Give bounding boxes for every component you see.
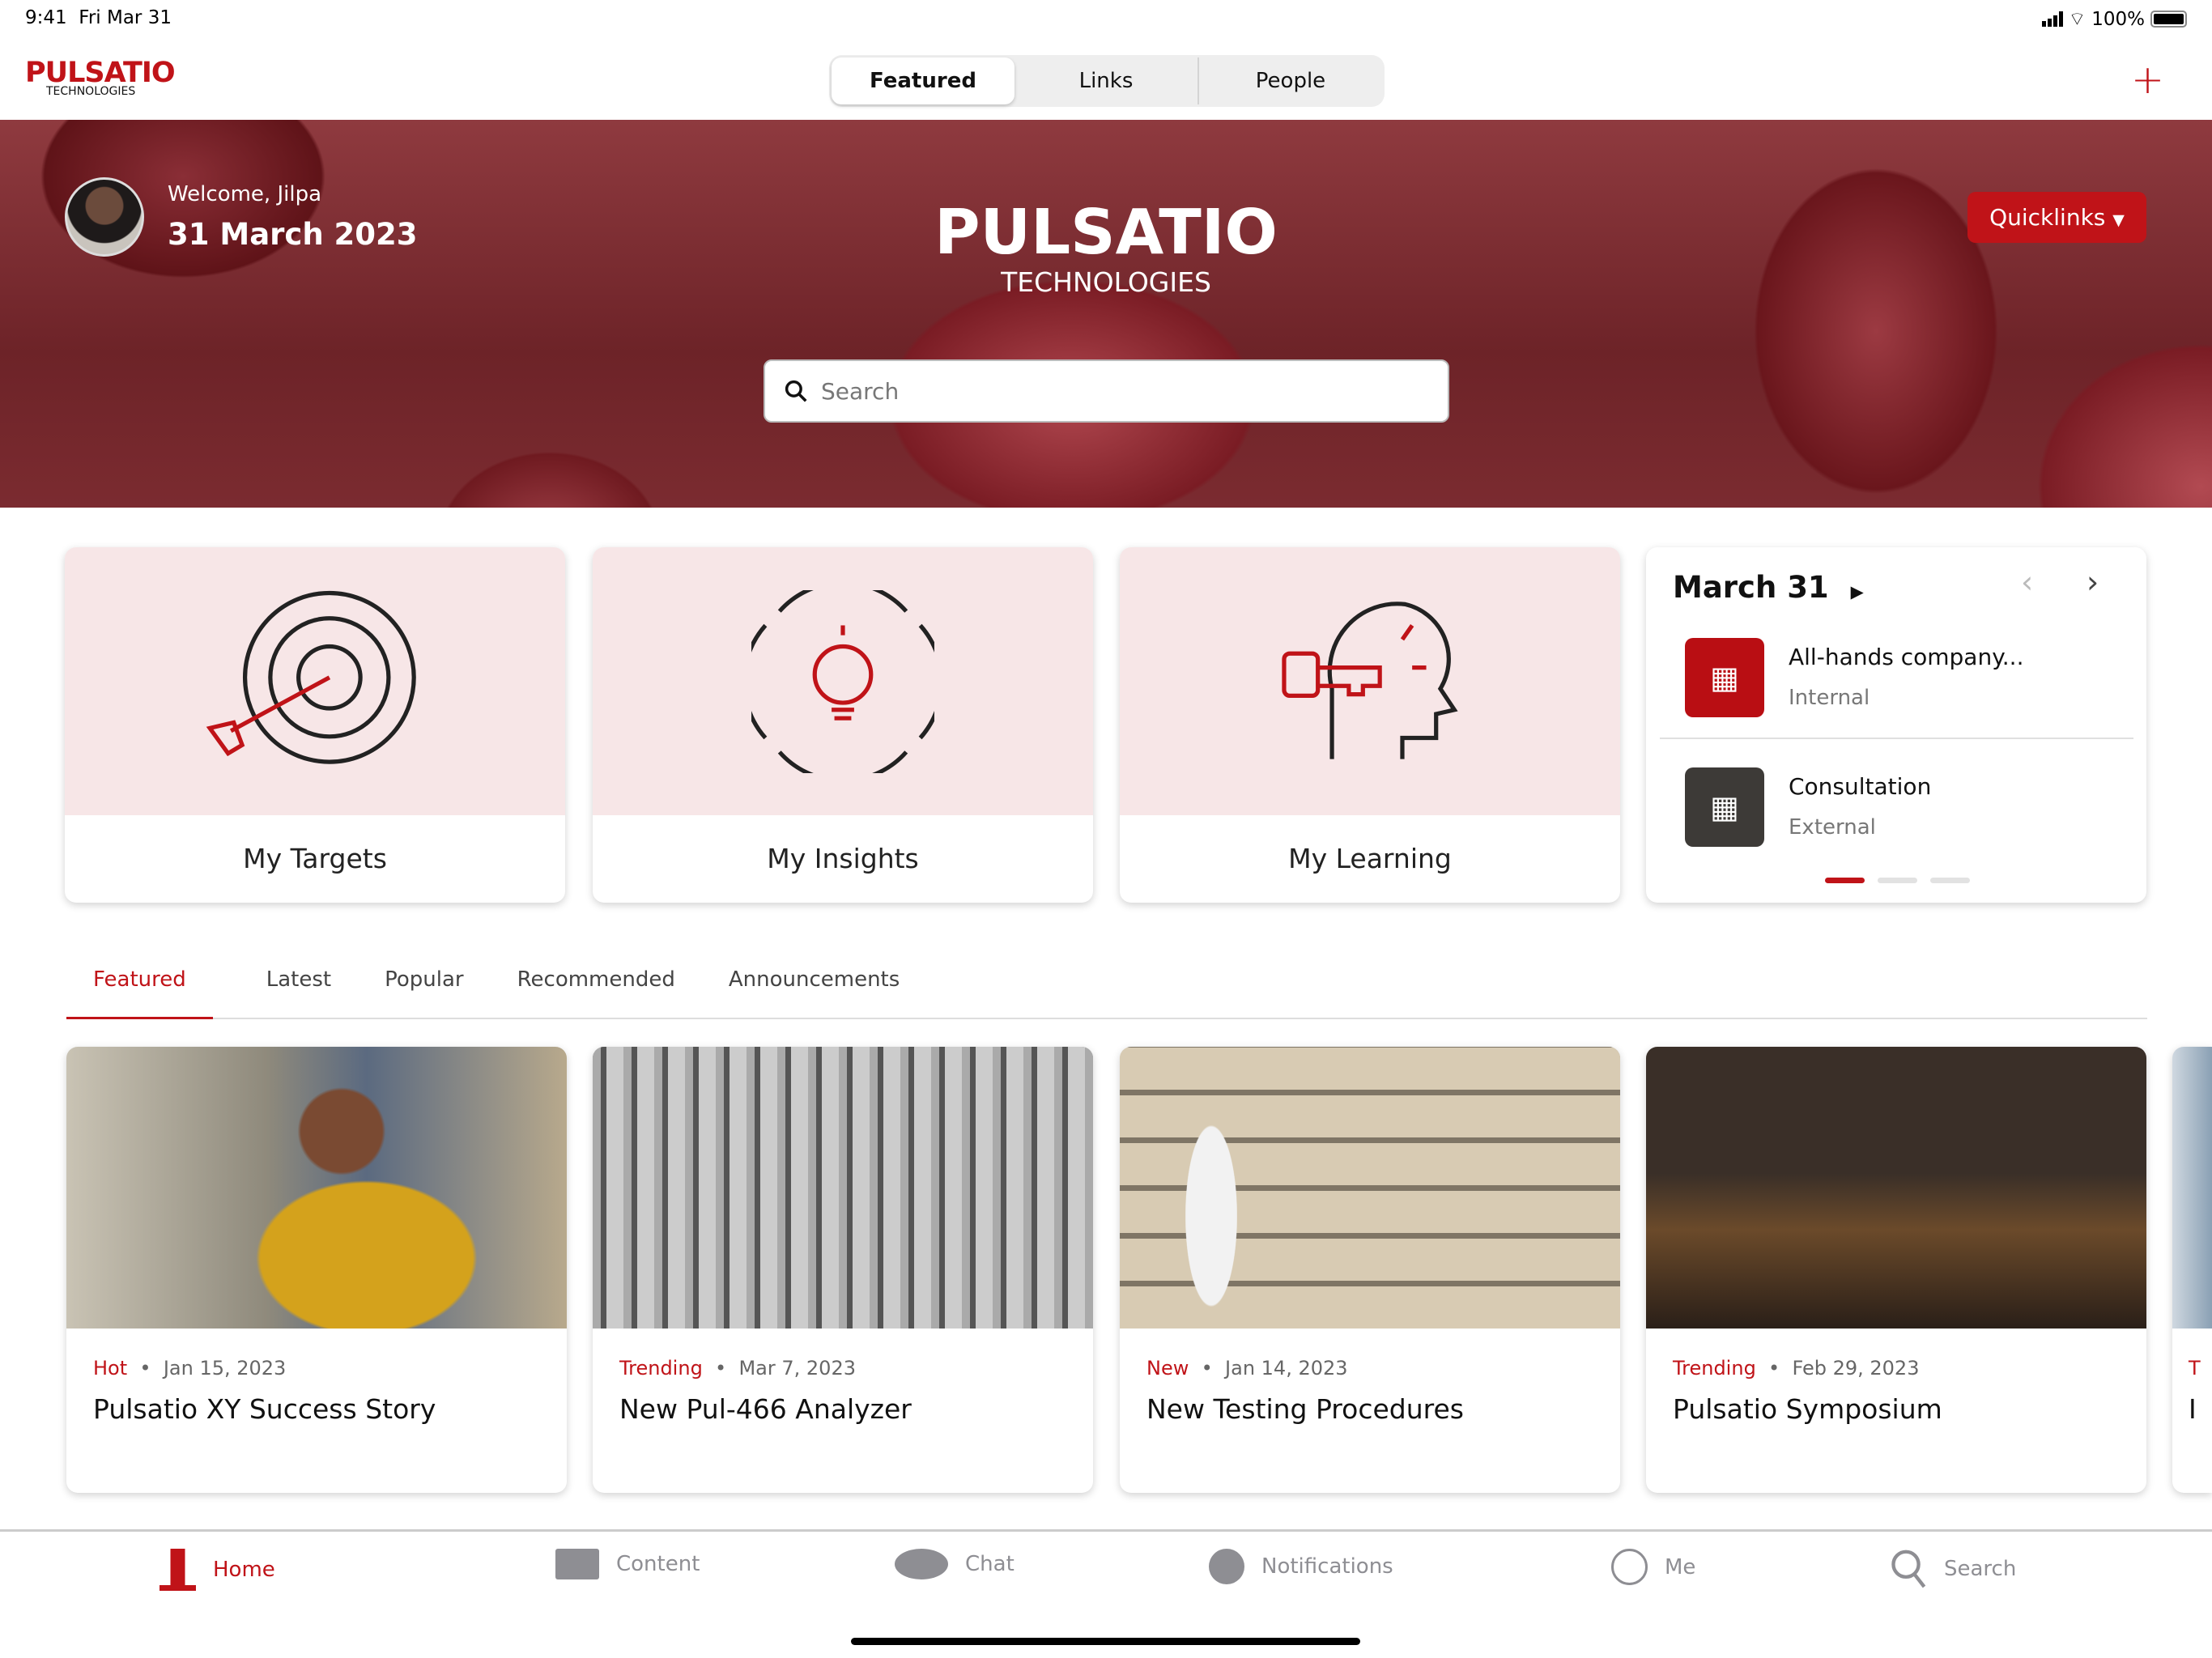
lightbulb-icon (751, 589, 934, 773)
calendar-date[interactable]: March 31 ▶ (1673, 570, 1864, 605)
home-indicator[interactable] (851, 1638, 1360, 1645)
segment-people[interactable]: People (1197, 57, 1382, 104)
battery-icon (2150, 11, 2187, 28)
tile-label: My Insights (767, 843, 919, 874)
chevron-left-icon[interactable]: ‹ (2021, 564, 2033, 600)
status-indicators: ⌔ 100% (2041, 7, 2187, 31)
calendar-person-icon: ▦ (1685, 638, 1764, 717)
event-title: All-hands company... (1789, 644, 2024, 670)
news-card[interactable]: T I (2172, 1047, 2212, 1493)
event-type: Internal (1789, 686, 1870, 710)
hero-banner: Welcome, Jilpa 31 March 2023 PULSATIO TE… (0, 120, 2212, 508)
news-card[interactable]: Trending • Feb 29, 2023 Pulsatio Symposi… (1646, 1047, 2146, 1493)
news-image (593, 1047, 1093, 1329)
tile-label: My Targets (243, 843, 387, 874)
target-icon (206, 590, 416, 764)
hero-brand: PULSATIO TECHNOLOGIES (934, 197, 1278, 298)
news-title: New Testing Procedures (1146, 1393, 1464, 1425)
tile-my-insights[interactable]: My Insights (593, 547, 1093, 903)
caret-right-icon: ▶ (1850, 582, 1864, 602)
event-item[interactable]: ▦ Consultation External (1660, 750, 2133, 869)
news-image (1646, 1047, 2146, 1329)
news-title: I (2189, 1393, 2197, 1425)
nav-notifications[interactable]: Notifications (1209, 1549, 1393, 1584)
tab-featured[interactable]: Featured (66, 967, 213, 1019)
caret-down-icon: ▼ (2112, 211, 2125, 229)
event-title: Consultation (1789, 773, 1932, 800)
segmented-control[interactable]: Featured Links People (829, 55, 1385, 107)
clock-icon (1209, 1549, 1244, 1584)
nav-me[interactable]: Me (1611, 1549, 1695, 1585)
nav-search[interactable]: Search (1891, 1549, 2016, 1588)
news-image (66, 1047, 567, 1329)
event-item[interactable]: ▦ All-hands company... Internal (1660, 621, 2133, 739)
segment-links[interactable]: Links (1015, 57, 1197, 104)
bottom-nav: Home Content Chat Notifications Me Searc… (0, 1529, 2212, 1658)
news-card[interactable]: Trending • Mar 7, 2023 New Pul-466 Analy… (593, 1047, 1093, 1493)
head-key-icon (1282, 601, 1458, 759)
news-title: Pulsatio Symposium (1673, 1393, 1942, 1425)
nav-chat[interactable]: Chat (895, 1549, 1015, 1579)
plus-icon[interactable]: + (2131, 57, 2164, 103)
nav-content[interactable]: Content (555, 1549, 700, 1579)
page-indicator[interactable] (1825, 878, 1970, 883)
news-card[interactable]: New • Jan 14, 2023 New Testing Procedure… (1120, 1047, 1620, 1493)
news-image (2172, 1047, 2212, 1329)
wifi-icon: ⌔ (2068, 9, 2087, 30)
home-building-icon (160, 1549, 196, 1591)
status-time: 9:41 Fri Mar 31 (25, 7, 172, 28)
calendar-card: March 31 ▶ ‹ › ▦ All-hands company... In… (1646, 547, 2146, 903)
calendar-icon: ▦ (1685, 767, 1764, 847)
content-icon (555, 1549, 599, 1579)
search-input[interactable]: Search (764, 359, 1449, 423)
tile-my-learning[interactable]: My Learning (1120, 547, 1620, 903)
chat-icon (895, 1549, 948, 1579)
news-title: New Pul-466 Analyzer (619, 1393, 912, 1425)
content-tabs: Featured Latest Popular Recommended Announce… (66, 967, 2147, 1019)
tab-latest[interactable]: Latest (266, 967, 331, 992)
logo[interactable]: PULSATIO TECHNOLOGIES (25, 57, 176, 98)
news-title: Pulsatio XY Success Story (93, 1393, 436, 1425)
segment-featured[interactable]: Featured (832, 57, 1015, 104)
news-image (1120, 1047, 1620, 1329)
event-type: External (1789, 815, 1876, 840)
tile-my-targets[interactable]: My Targets (65, 547, 565, 903)
tab-recommended[interactable]: Recommended (517, 967, 675, 992)
search-icon (785, 380, 807, 402)
tile-label: My Learning (1288, 843, 1452, 874)
news-card[interactable]: Hot • Jan 15, 2023 Pulsatio XY Success S… (66, 1047, 567, 1493)
tab-popular[interactable]: Popular (385, 967, 464, 992)
nav-home[interactable]: Home (160, 1549, 275, 1591)
quicklinks-button[interactable]: Quicklinks ▼ (1967, 192, 2146, 243)
person-icon (1611, 1549, 1648, 1585)
chevron-right-icon[interactable]: › (2087, 564, 2099, 600)
tab-announcements[interactable]: Announcements (729, 967, 900, 992)
signal-icon (2041, 11, 2063, 27)
search-icon (1891, 1550, 1926, 1588)
